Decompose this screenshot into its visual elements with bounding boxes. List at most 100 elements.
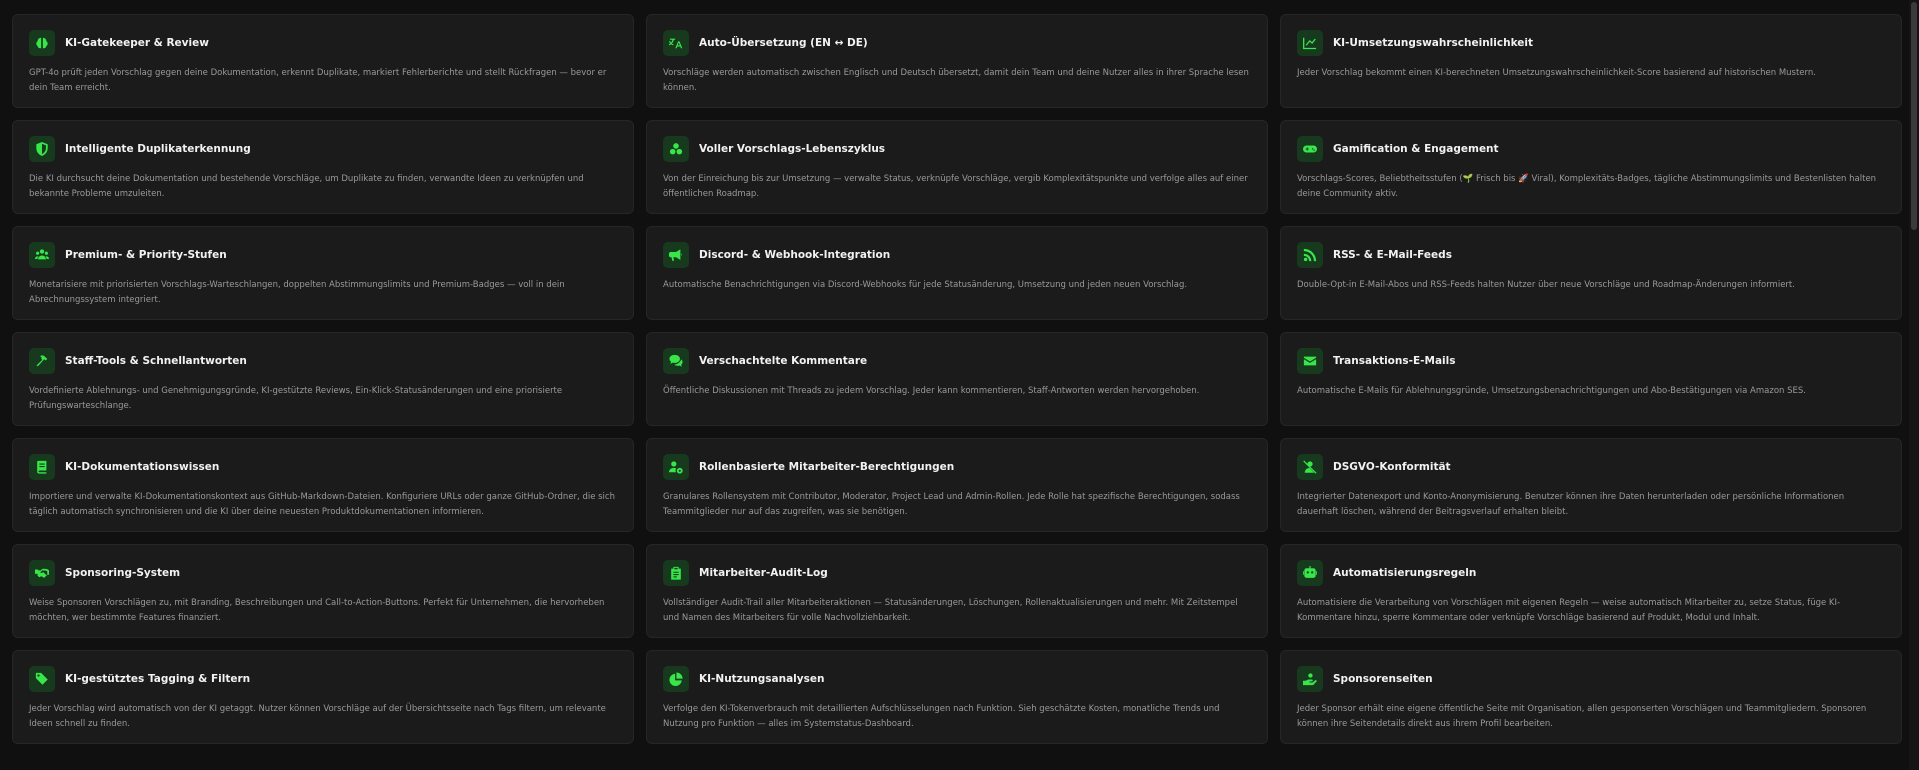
feature-title: Rollenbasierte Mitarbeiter-Berechtigunge… <box>699 461 955 473</box>
robot-icon <box>1297 560 1323 586</box>
feature-title: KI-gestütztes Tagging & Filtern <box>65 673 251 685</box>
feature-card-header: KI-Gatekeeper & Review <box>29 29 617 57</box>
feature-description: Automatisiere die Verarbeitung von Vorsc… <box>1297 598 1841 623</box>
feature-card-header: Verschachtelte Kommentare <box>663 347 1251 375</box>
feature-title: Sponsoring-System <box>65 567 181 579</box>
feature-title: Intelligente Duplikaterkennung <box>65 143 251 155</box>
feature-description: Weise Sponsoren Vorschlägen zu, mit Bran… <box>29 598 605 623</box>
feature-description: Integrierter Datenexport und Konto-Anony… <box>1297 492 1845 517</box>
feature-card: Verschachtelte Kommentare Öffentliche Dis… <box>646 332 1268 426</box>
brain-icon <box>29 30 55 56</box>
hand-holding-icon <box>1297 666 1323 692</box>
translate-icon <box>663 30 689 56</box>
shield-icon <box>29 136 55 162</box>
feature-card: DSGVO-Konformität Integrierter Datenexpor… <box>1280 438 1902 532</box>
tags-icon <box>29 666 55 692</box>
trend-chart-icon <box>1297 30 1323 56</box>
feature-card-header: Voller Vorschlags-Lebenszyklus <box>663 135 1251 163</box>
rss-icon <box>1297 242 1323 268</box>
hammer-icon <box>29 348 55 374</box>
megaphone-icon <box>663 242 689 268</box>
feature-card: Voller Vorschlags-Lebenszyklus Von der Ei… <box>646 120 1268 214</box>
feature-description: Double-Opt-in E-Mail-Abos und RSS-Feeds … <box>1297 280 1795 290</box>
feature-card: Discord- & Webhook-Integration Automatisc… <box>646 226 1268 320</box>
user-gear-icon <box>663 454 689 480</box>
feature-title: Transaktions-E-Mails <box>1333 355 1456 367</box>
feature-title: Auto-Übersetzung (EN ↔ DE) <box>699 37 868 49</box>
feature-description: Automatische E-Mails für Ablehnungsgründ… <box>1297 386 1806 396</box>
feature-grid: KI-Gatekeeper & Review GPT-4o prüft jeden… <box>12 14 1902 744</box>
scrollbar[interactable] <box>1909 0 1919 770</box>
feature-card: KI-Nutzungsanalysen Verfolge den KI-Token… <box>646 650 1268 744</box>
feature-card: Sponsoring-System Weise Sponsoren Vorschl… <box>12 544 634 638</box>
feature-card-header: KI-gestütztes Tagging & Filtern <box>29 665 617 693</box>
feature-card-header: Intelligente Duplikaterkennung <box>29 135 617 163</box>
feature-title: KI-Gatekeeper & Review <box>65 37 209 49</box>
book-icon <box>29 454 55 480</box>
feature-card-header: Rollenbasierte Mitarbeiter-Berechtigunge… <box>663 453 1251 481</box>
feature-card-header: Mitarbeiter-Audit-Log <box>663 559 1251 587</box>
lifecycle-icon <box>663 136 689 162</box>
user-slash-icon <box>1297 454 1323 480</box>
feature-description: Jeder Sponsor erhält eine eigene öffentl… <box>1297 704 1867 729</box>
feature-card-header: Staff-Tools & Schnellantworten <box>29 347 617 375</box>
feature-description: Jeder Vorschlag wird automatisch von der… <box>29 704 606 729</box>
feature-title: Gamification & Engagement <box>1333 143 1499 155</box>
feature-title: Verschachtelte Kommentare <box>699 355 868 367</box>
envelope-icon <box>1297 348 1323 374</box>
feature-card-header: RSS- & E-Mail-Feeds <box>1297 241 1885 269</box>
feature-description: Granulares Rollensystem mit Contributor,… <box>663 492 1240 517</box>
feature-title: KI-Nutzungsanalysen <box>699 673 825 685</box>
feature-description: Von der Einreichung bis zur Umsetzung — … <box>663 174 1248 199</box>
feature-card-header: KI-Nutzungsanalysen <box>663 665 1251 693</box>
feature-title: Sponsorenseiten <box>1333 673 1433 685</box>
gamepad-icon <box>1297 136 1323 162</box>
feature-title: RSS- & E-Mail-Feeds <box>1333 249 1452 261</box>
feature-title: Automatisierungsregeln <box>1333 567 1477 579</box>
feature-card: Gamification & Engagement Vorschlags-Scor… <box>1280 120 1902 214</box>
feature-title: KI-Dokumentationswissen <box>65 461 220 473</box>
users-icon <box>29 242 55 268</box>
feature-card: Rollenbasierte Mitarbeiter-Berechtigunge… <box>646 438 1268 532</box>
feature-title: KI-Umsetzungswahrscheinlichkeit <box>1333 37 1534 49</box>
feature-card: KI-Umsetzungswahrscheinlichkeit Jeder Vor… <box>1280 14 1902 108</box>
clipboard-icon <box>663 560 689 586</box>
feature-card: Premium- & Priority-Stufen Monetarisiere … <box>12 226 634 320</box>
feature-card-header: Transaktions-E-Mails <box>1297 347 1885 375</box>
feature-description: Automatische Benachrichtigungen via Disc… <box>663 280 1188 290</box>
feature-title: Staff-Tools & Schnellantworten <box>65 355 247 367</box>
feature-description: GPT-4o prüft jeden Vorschlag gegen deine… <box>29 68 607 93</box>
feature-card: KI-gestütztes Tagging & Filtern Jeder Vor… <box>12 650 634 744</box>
feature-card-header: Premium- & Priority-Stufen <box>29 241 617 269</box>
handshake-icon <box>29 560 55 586</box>
feature-card: KI-Dokumentationswissen Importiere und ve… <box>12 438 634 532</box>
comments-icon <box>663 348 689 374</box>
feature-title: Voller Vorschlags-Lebenszyklus <box>699 143 886 155</box>
feature-description: Verfolge den KI-Tokenverbrauch mit detai… <box>663 704 1220 729</box>
feature-title: Mitarbeiter-Audit-Log <box>699 567 828 579</box>
feature-card-header: Discord- & Webhook-Integration <box>663 241 1251 269</box>
feature-card-header: Auto-Übersetzung (EN ↔ DE) <box>663 29 1251 57</box>
feature-card: Intelligente Duplikaterkennung Die KI dur… <box>12 120 634 214</box>
feature-card-header: Sponsorenseiten <box>1297 665 1885 693</box>
feature-description: Vordefinierte Ablehnungs- und Genehmigun… <box>29 386 563 411</box>
feature-card: Staff-Tools & Schnellantworten Vordefinie… <box>12 332 634 426</box>
pie-chart-icon <box>663 666 689 692</box>
feature-card-header: Automatisierungsregeln <box>1297 559 1885 587</box>
feature-card: Mitarbeiter-Audit-Log Vollständiger Audit… <box>646 544 1268 638</box>
feature-description: Vollständiger Audit-Trail aller Mitarbei… <box>663 598 1238 623</box>
feature-card-header: Gamification & Engagement <box>1297 135 1885 163</box>
feature-description: Vorschläge werden automatisch zwischen E… <box>663 68 1249 93</box>
feature-card: Auto-Übersetzung (EN ↔ DE) Vorschläge wer… <box>646 14 1268 108</box>
feature-description: Öffentliche Diskussionen mit Threads zu … <box>663 386 1200 396</box>
feature-title: Premium- & Priority-Stufen <box>65 249 227 261</box>
scrollbar-thumb[interactable] <box>1911 2 1917 230</box>
feature-description: Importiere und verwalte KI-Dokumentation… <box>29 492 615 517</box>
feature-description: Jeder Vorschlag bekommt einen KI-berechn… <box>1297 68 1816 78</box>
feature-card-header: KI-Dokumentationswissen <box>29 453 617 481</box>
feature-card: KI-Gatekeeper & Review GPT-4o prüft jeden… <box>12 14 634 108</box>
feature-card-header: KI-Umsetzungswahrscheinlichkeit <box>1297 29 1885 57</box>
feature-card: Sponsorenseiten Jeder Sponsor erhält eine… <box>1280 650 1902 744</box>
feature-description: Vorschlags-Scores, Beliebtheitsstufen (🌱… <box>1297 174 1877 199</box>
feature-card-header: Sponsoring-System <box>29 559 617 587</box>
